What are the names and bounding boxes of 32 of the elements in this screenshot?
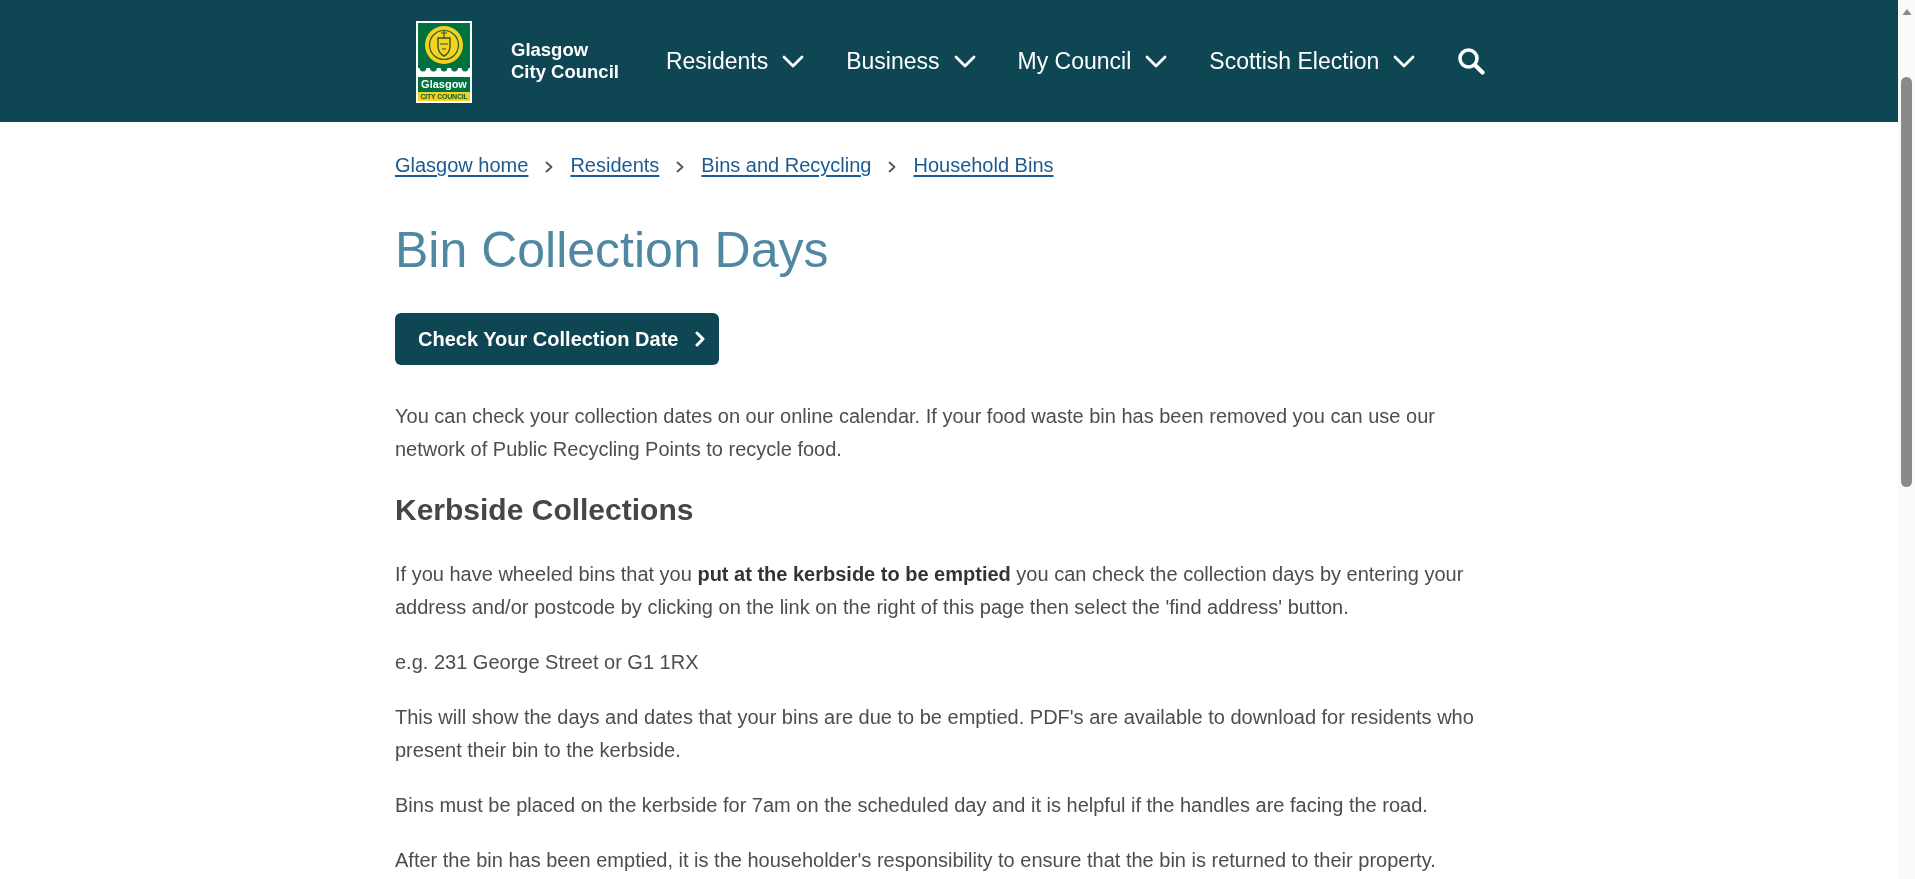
chevron-down-icon bbox=[1393, 54, 1416, 68]
chevron-down-icon bbox=[782, 54, 805, 68]
body-paragraph: After the bin has been emptied, it is the householder's responsibility to ensure that the bin is returned to their property. bbox=[395, 848, 1437, 873]
breadcrumb-link[interactable]: Glasgow home bbox=[395, 150, 529, 180]
chevron-right-icon bbox=[545, 161, 554, 173]
breadcrumb-link[interactable]: Household Bins bbox=[913, 150, 1054, 180]
nav-menu-item[interactable]: My Council bbox=[1017, 47, 1168, 75]
page-title: Bin Collection Days bbox=[395, 221, 830, 280]
site-name[interactable]: Glasgow City Council bbox=[511, 39, 623, 83]
intro-paragraph: You can check your collection dates on our online calendar. If your food waste bin has been removed you can use our network of Public Recycling Points to recycle food. bbox=[395, 404, 1436, 462]
breadcrumb-link[interactable]: Bins and Recycling bbox=[701, 150, 872, 180]
nav-menu-item[interactable]: Business bbox=[846, 47, 976, 75]
logo-wordmark: Glasgow bbox=[420, 76, 468, 92]
chevron-right-icon bbox=[676, 161, 685, 173]
section-heading: Kerbside Collections bbox=[395, 492, 695, 528]
nav-menu-item[interactable]: Scottish Election bbox=[1209, 47, 1416, 75]
scrollbar-thumb[interactable] bbox=[1901, 77, 1912, 487]
breadcrumb-link[interactable]: Residents bbox=[570, 150, 660, 180]
chevron-down-icon bbox=[953, 54, 976, 68]
body-paragraph: This will show the days and dates that your bins are due to be emptied. PDF's are available to download for residents who present their bin to the kerbside. bbox=[395, 705, 1475, 763]
chevron-right-icon bbox=[888, 161, 897, 173]
nav-menu-item[interactable]: Residents bbox=[665, 47, 805, 75]
search-icon bbox=[1457, 47, 1486, 75]
body-paragraph: If you have wheeled bins that you put at the kerbside to be emptied you can check the collection days by entering your address and/or postcode by clicking on the link on the right of this page then select the 'find address' button. bbox=[395, 562, 1465, 620]
scrollbar[interactable] bbox=[1898, 0, 1915, 879]
chevron-down-icon bbox=[1145, 54, 1168, 68]
scroll-up-arrow-icon[interactable] bbox=[1901, 8, 1912, 16]
body-paragraph: Bins must be placed on the kerbside for 7am on the scheduled day and it is helpful if the handles are facing the road. bbox=[395, 793, 1429, 818]
search-button[interactable] bbox=[1457, 47, 1486, 75]
chevron-right-icon bbox=[695, 331, 706, 347]
body-paragraph: e.g. 231 George Street or G1 1RX bbox=[395, 650, 700, 675]
check-collection-date-button[interactable]: Check Your Collection Date bbox=[395, 313, 720, 365]
